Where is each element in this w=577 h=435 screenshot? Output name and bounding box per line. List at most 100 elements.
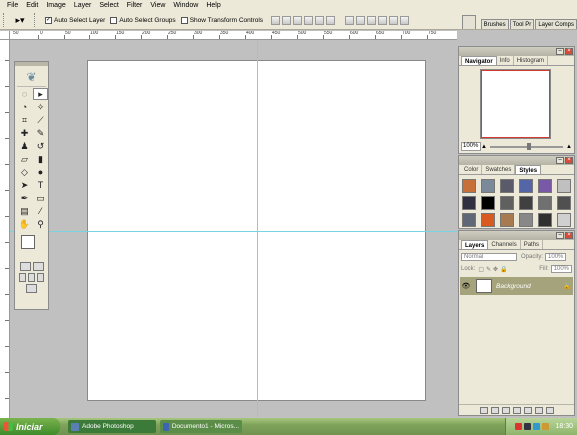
- style-swatch[interactable]: [500, 213, 514, 227]
- lock-all-icon[interactable]: 🔒: [500, 266, 507, 273]
- well-tab-tool-presets[interactable]: Tool Pr: [509, 19, 535, 29]
- style-swatch[interactable]: [519, 196, 533, 210]
- style-swatch[interactable]: [519, 213, 533, 227]
- options-bar-grip[interactable]: [3, 13, 6, 27]
- style-swatch[interactable]: [500, 179, 514, 193]
- close-icon[interactable]: ×: [565, 48, 573, 55]
- menu-layer[interactable]: Layer: [70, 0, 96, 11]
- auto-select-layer-checkbox[interactable]: ✓ Auto Select Layer: [45, 16, 105, 24]
- style-swatch[interactable]: [500, 196, 514, 210]
- align-vcenter-icon[interactable]: [282, 15, 292, 25]
- style-swatch[interactable]: [557, 196, 571, 210]
- close-icon[interactable]: ×: [565, 232, 573, 239]
- marquee-tool-icon[interactable]: ◌: [17, 88, 32, 100]
- full-screen-mode-icon[interactable]: [37, 273, 44, 282]
- layer-style-icon[interactable]: [490, 406, 499, 414]
- horizontal-ruler[interactable]: 50 0 50 100 150 200 250 300 350 400 450 …: [10, 31, 457, 40]
- close-icon[interactable]: ×: [565, 157, 573, 164]
- zoom-percent-field[interactable]: 100%: [461, 142, 481, 151]
- tray-icon[interactable]: [515, 423, 523, 430]
- menu-filter[interactable]: Filter: [123, 0, 147, 11]
- zoom-in-icon[interactable]: ▲: [566, 144, 572, 150]
- lock-position-icon[interactable]: ✥: [493, 266, 498, 273]
- style-swatch[interactable]: [538, 196, 552, 210]
- tab-info[interactable]: Info: [497, 56, 514, 65]
- style-swatch[interactable]: [538, 179, 552, 193]
- align-right-icon[interactable]: [326, 15, 336, 25]
- history-brush-tool-icon[interactable]: ↺: [33, 140, 48, 152]
- tab-paths[interactable]: Paths: [521, 240, 544, 249]
- clone-stamp-tool-icon[interactable]: ♟: [17, 140, 32, 152]
- gradient-tool-icon[interactable]: ▮: [33, 153, 48, 165]
- volume-icon[interactable]: [542, 423, 550, 430]
- move-tool-preset-icon[interactable]: ▸▾: [9, 14, 31, 27]
- eye-icon[interactable]: 👁: [460, 282, 472, 290]
- auto-select-groups-checkbox[interactable]: Auto Select Groups: [110, 16, 176, 24]
- horizontal-guide[interactable]: [10, 231, 457, 232]
- adjustment-layer-icon[interactable]: [512, 406, 521, 414]
- style-swatch[interactable]: [462, 213, 476, 227]
- minimize-icon[interactable]: –: [556, 157, 564, 164]
- clock[interactable]: 18:30: [555, 423, 573, 430]
- zoom-slider-knob[interactable]: [526, 142, 531, 150]
- delete-layer-icon[interactable]: [545, 406, 554, 414]
- align-bottom-icon[interactable]: [293, 15, 303, 25]
- panel-titlebar[interactable]: – ×: [459, 156, 574, 165]
- notes-tool-icon[interactable]: ▤: [17, 205, 32, 217]
- crop-tool-icon[interactable]: ⌗: [17, 114, 32, 126]
- photoshop-feather-icon[interactable]: ❦: [17, 67, 46, 87]
- align-top-icon[interactable]: [271, 15, 281, 25]
- shape-tool-icon[interactable]: ▭: [33, 192, 48, 204]
- zoom-tool-icon[interactable]: ⚲: [33, 218, 48, 230]
- menu-window[interactable]: Window: [169, 0, 202, 11]
- tab-styles[interactable]: Styles: [515, 165, 542, 174]
- slice-tool-icon[interactable]: ⟋: [33, 114, 48, 126]
- align-left-icon[interactable]: [304, 15, 314, 25]
- zoom-out-icon[interactable]: ▲: [481, 144, 487, 150]
- link-layers-icon[interactable]: [479, 406, 488, 414]
- well-tab-brushes[interactable]: Brushes: [480, 19, 509, 29]
- distribute-left-icon[interactable]: [378, 15, 388, 25]
- new-group-icon[interactable]: [523, 406, 532, 414]
- style-swatch[interactable]: [557, 213, 571, 227]
- type-tool-icon[interactable]: T: [33, 179, 48, 191]
- distribute-bottom-icon[interactable]: [367, 15, 377, 25]
- style-swatch[interactable]: [481, 179, 495, 193]
- blend-mode-select[interactable]: Normal: [461, 253, 517, 261]
- layer-mask-icon[interactable]: [501, 406, 510, 414]
- menu-view[interactable]: View: [146, 0, 169, 11]
- quick-mask-mode-icon[interactable]: [32, 262, 44, 271]
- opacity-field[interactable]: 100%: [545, 253, 567, 261]
- file-browser-icon[interactable]: [461, 15, 476, 29]
- style-swatch[interactable]: [481, 213, 495, 227]
- show-transform-controls-checkbox[interactable]: Show Transform Controls: [180, 16, 263, 24]
- healing-brush-tool-icon[interactable]: ✚: [17, 127, 32, 139]
- navigator-view-box[interactable]: [481, 70, 550, 138]
- lock-transparency-icon[interactable]: ▢: [478, 266, 484, 273]
- tab-navigator[interactable]: Navigator: [461, 56, 497, 65]
- new-layer-icon[interactable]: [534, 406, 543, 414]
- path-selection-tool-icon[interactable]: ➤: [17, 179, 32, 191]
- dodge-tool-icon[interactable]: ●: [33, 166, 48, 178]
- fill-field[interactable]: 100%: [550, 265, 572, 273]
- tab-layers[interactable]: Layers: [461, 240, 489, 249]
- lock-image-icon[interactable]: ✎: [486, 266, 491, 273]
- layer-row-background[interactable]: 👁 Background 🔒: [460, 277, 573, 295]
- vertical-ruler[interactable]: [0, 40, 10, 418]
- panel-titlebar[interactable]: – ×: [459, 47, 574, 56]
- lasso-tool-icon[interactable]: ◔: [17, 101, 32, 113]
- minimize-icon[interactable]: –: [556, 48, 564, 55]
- jump-to-imageready-icon[interactable]: [26, 284, 37, 293]
- panel-titlebar[interactable]: – ×: [459, 231, 574, 240]
- toolbox-titlebar[interactable]: [15, 62, 48, 66]
- distribute-right-icon[interactable]: [400, 15, 410, 25]
- minimize-icon[interactable]: –: [556, 232, 564, 239]
- distribute-vcenter-icon[interactable]: [356, 15, 366, 25]
- tray-icon[interactable]: [524, 423, 532, 430]
- brush-tool-icon[interactable]: ✎: [33, 127, 48, 139]
- menu-select[interactable]: Select: [95, 0, 122, 11]
- align-hcenter-icon[interactable]: [315, 15, 325, 25]
- menu-image[interactable]: Image: [42, 0, 69, 11]
- standard-mode-icon[interactable]: [19, 262, 31, 271]
- pen-tool-icon[interactable]: ✒: [17, 192, 32, 204]
